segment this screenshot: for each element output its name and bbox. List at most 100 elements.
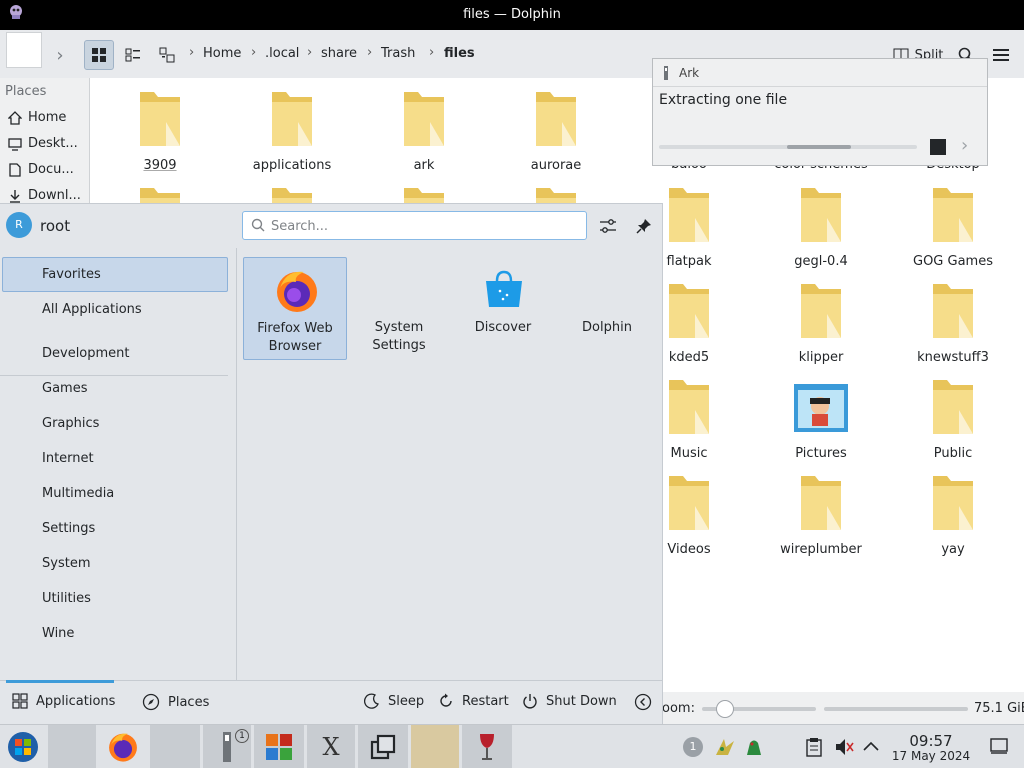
folder-name: yay <box>941 542 965 557</box>
document-icon <box>9 162 21 177</box>
hamburger-menu-button[interactable] <box>988 40 1014 70</box>
category-graphics[interactable]: Graphics <box>2 406 228 441</box>
folder-item[interactable]: ark <box>364 88 484 173</box>
volume-muted-icon[interactable] <box>834 737 854 757</box>
folder-item[interactable]: klipper <box>761 280 881 365</box>
category-games[interactable]: Games <box>2 371 228 406</box>
places-panel-toggle[interactable] <box>6 32 42 68</box>
taskbar-item-wine[interactable] <box>462 725 512 768</box>
user-name: root <box>40 217 71 235</box>
stop-button[interactable] <box>930 139 946 155</box>
search-input[interactable] <box>271 216 571 236</box>
category-favorites[interactable]: Favorites <box>2 257 228 292</box>
avatar[interactable]: R <box>6 212 32 238</box>
restart-button[interactable]: Restart <box>438 693 509 709</box>
folder-name: wireplumber <box>780 542 862 557</box>
taskbar-item-x[interactable]: X <box>307 725 355 768</box>
tab-applications[interactable]: Applications <box>12 693 115 709</box>
folder-item[interactable]: Public <box>893 376 1013 461</box>
breadcrumb-home[interactable]: Home <box>203 46 241 61</box>
shutdown-button[interactable]: Shut Down <box>522 693 617 709</box>
clipboard-icon[interactable] <box>806 737 822 757</box>
folder-item[interactable]: gegl-0.4 <box>761 184 881 269</box>
category-internet[interactable]: Internet <box>2 441 228 476</box>
taskbar-item-firefox[interactable] <box>98 725 148 768</box>
taskbar-item-dolphin[interactable] <box>411 725 459 768</box>
forward-button[interactable]: › <box>48 40 72 70</box>
place-downloads[interactable]: Downl... <box>8 188 90 203</box>
taskbar-item-ark[interactable]: 1 <box>203 725 251 768</box>
compact-view-button[interactable] <box>120 40 146 70</box>
category-all-applications[interactable]: All Applications <box>2 292 228 327</box>
folder-icon <box>268 88 316 150</box>
favorite-label: Firefox Web Browser <box>257 321 333 354</box>
notifications-counter[interactable]: 1 <box>683 737 703 757</box>
taskbar-item-empty[interactable] <box>150 725 200 768</box>
folder-item[interactable]: Pictures <box>761 376 881 461</box>
chevron-up-icon[interactable] <box>862 737 880 757</box>
category-utilities[interactable]: Utilities <box>2 581 228 616</box>
clock[interactable]: 09:57 17 May 2024 <box>888 733 974 763</box>
place-desktop[interactable]: Deskt... <box>8 136 90 151</box>
breadcrumb-trash[interactable]: Trash <box>381 46 415 61</box>
category-multimedia[interactable]: Multimedia <box>2 476 228 511</box>
folder-item[interactable]: aurorae <box>496 88 616 173</box>
tray-frog-icon[interactable] <box>744 737 764 757</box>
folder-name: GOG Games <box>913 254 993 269</box>
icons-view-button[interactable] <box>84 40 114 70</box>
breadcrumb-separator: › <box>367 45 373 60</box>
place-documents[interactable]: Docu... <box>8 162 90 177</box>
pin-button[interactable] <box>632 214 656 238</box>
breadcrumb-separator: › <box>307 45 313 60</box>
folder-item[interactable]: 3909 <box>100 88 220 173</box>
configure-button[interactable] <box>596 214 620 238</box>
clock-date: 17 May 2024 <box>891 749 971 763</box>
taskbar-item-windows[interactable] <box>358 725 408 768</box>
search-field[interactable] <box>242 211 587 240</box>
chevron-right-icon[interactable]: › <box>961 135 968 156</box>
ark-icon <box>664 66 668 80</box>
folder-item[interactable]: yay <box>893 472 1013 557</box>
folder-icon <box>665 280 713 342</box>
category-settings[interactable]: Settings <box>2 511 228 546</box>
restart-icon <box>440 693 452 707</box>
chevron-right-icon: › <box>56 44 64 66</box>
place-home[interactable]: Home <box>8 110 90 125</box>
category-wine[interactable]: Wine <box>2 616 228 651</box>
details-view-button[interactable] <box>154 40 180 70</box>
breadcrumb-local[interactable]: .local <box>265 46 299 61</box>
show-desktop-icon[interactable] <box>990 737 1008 755</box>
folder-item[interactable]: knewstuff3 <box>893 280 1013 365</box>
restart-label: Restart <box>462 693 509 709</box>
firefox-icon <box>277 271 317 312</box>
zoom-slider-handle[interactable] <box>715 700 734 718</box>
folder-name: aurorae <box>530 158 582 173</box>
folder-item[interactable]: wireplumber <box>761 472 881 557</box>
folder-name: applications <box>252 158 332 173</box>
place-label: Deskt... <box>28 136 78 151</box>
breadcrumb-share[interactable]: share <box>321 46 357 61</box>
favorite-discover[interactable]: Discover <box>451 257 555 360</box>
zoom-slider[interactable] <box>702 700 816 718</box>
breadcrumb-separator: › <box>189 45 195 60</box>
taskbar-item-empty[interactable] <box>48 725 96 768</box>
taskbar-item-office[interactable] <box>254 725 304 768</box>
folder-item[interactable]: GOG Games <box>893 184 1013 269</box>
category-system[interactable]: System <box>2 546 228 581</box>
favorite-firefox[interactable]: Firefox Web Browser <box>243 257 347 360</box>
tray-app-icon[interactable] <box>714 737 736 757</box>
sleep-button[interactable]: Sleep <box>364 693 424 709</box>
breadcrumb-files[interactable]: files <box>444 46 475 61</box>
favorite-dolphin[interactable]: Dolphin <box>555 257 659 360</box>
zoom-label: oom: <box>662 701 695 716</box>
windows-overview-icon <box>370 734 396 760</box>
folder-name: klipper <box>798 350 844 365</box>
more-options-button[interactable] <box>634 693 652 711</box>
tab-label: Applications <box>36 693 116 709</box>
start-menu-button[interactable] <box>0 725 46 768</box>
launcher-footer: Applications Places Sleep Restart Shut D… <box>0 680 663 725</box>
tab-places[interactable]: Places <box>142 693 209 711</box>
category-development[interactable]: Development <box>2 336 228 371</box>
folder-item[interactable]: applications <box>232 88 352 173</box>
favorite-system-settings[interactable]: System Settings <box>347 257 451 360</box>
